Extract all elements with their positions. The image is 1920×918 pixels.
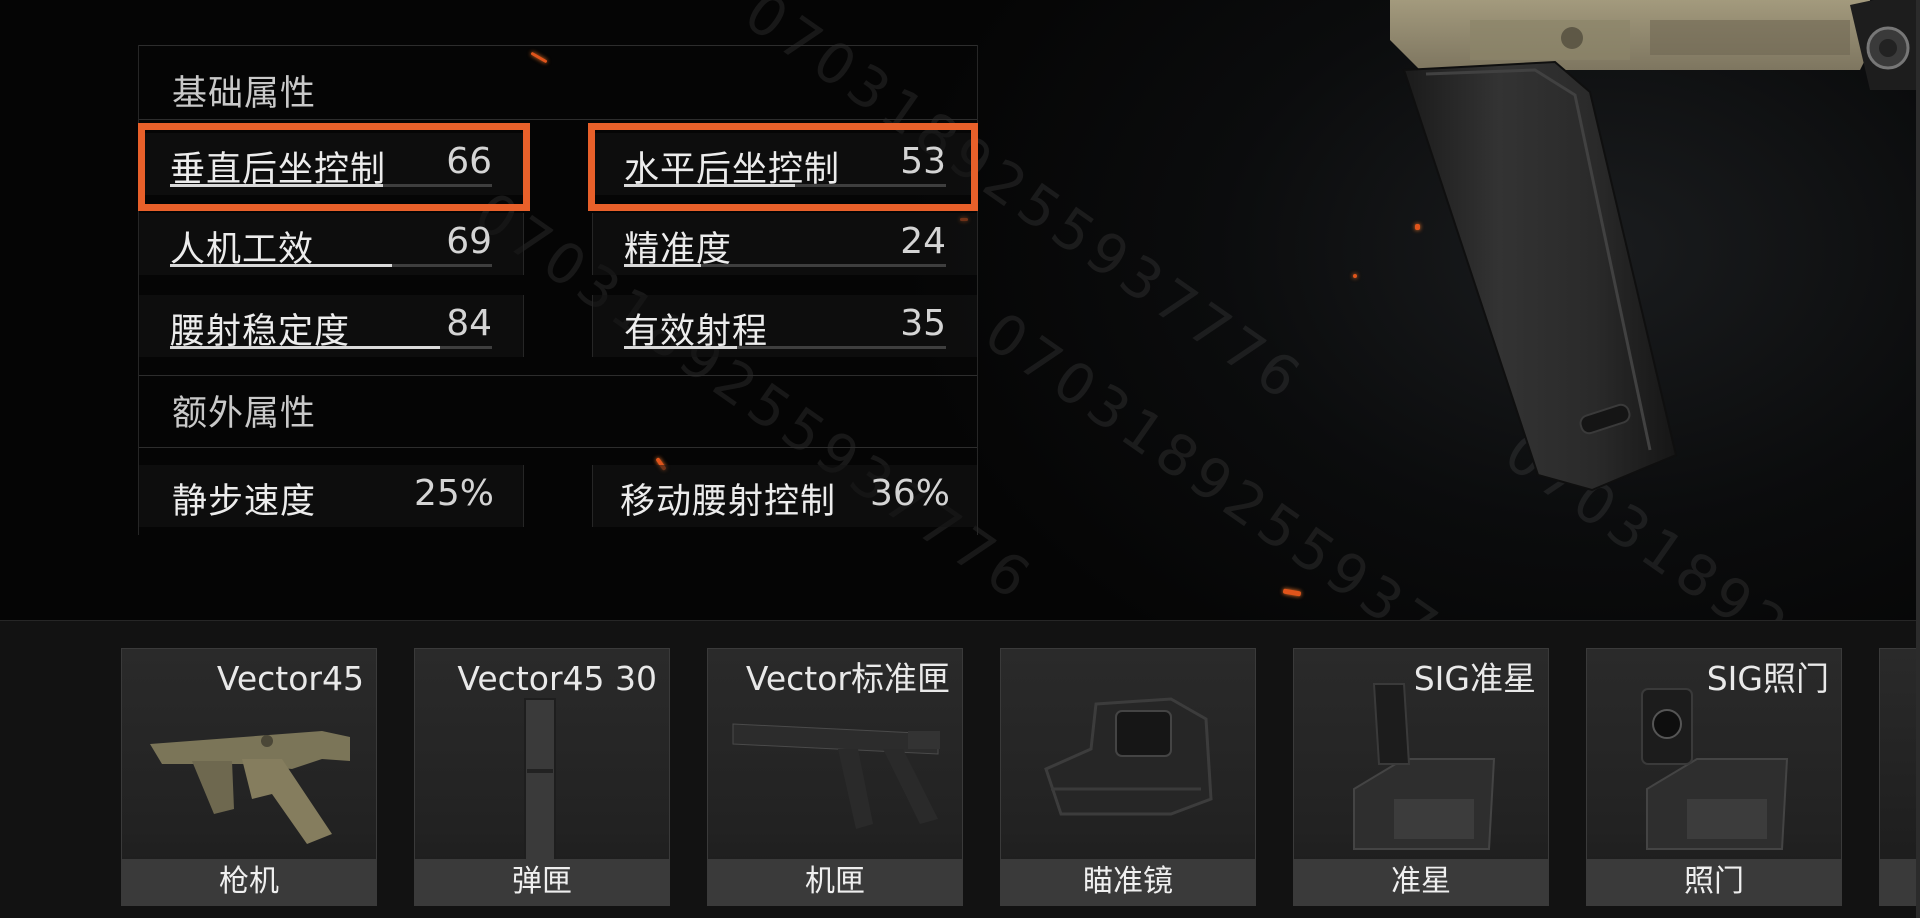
stat-crouch-speed: 静步速度 25% (138, 465, 524, 527)
attachment-slot-scope[interactable]: 瞄准镜 (1000, 648, 1256, 906)
stat-value: 69 (446, 221, 492, 262)
attachment-name: Vector标准匣 (745, 659, 950, 698)
attachment-slot-rear-sight[interactable]: SIG照门 照门 (1586, 648, 1842, 906)
stat-value: 25% (413, 473, 494, 514)
stat-value: 36% (869, 473, 950, 514)
stat-value: 35 (900, 303, 946, 344)
weapon-customization-screen: 0703189255937776 0703189255937776 070318… (0, 0, 1920, 918)
stat-hipfire-stability: 腰射稳定度 84 (138, 295, 524, 357)
attachment-slot-magazine[interactable]: Vector45 30 弹匣 (414, 648, 670, 906)
frame-edge (1916, 0, 1920, 918)
highlight-box-vertical-recoil (138, 123, 530, 211)
attachment-type-label: 准星 (1294, 859, 1548, 905)
attachment-type-label: 瞄准镜 (1001, 859, 1255, 905)
stat-bar (170, 346, 492, 349)
stat-label: 移动腰射控制 (620, 482, 837, 522)
attachment-name: Vector45 30 (457, 659, 657, 698)
attachment-type-label: 弹匣 (415, 859, 669, 905)
stat-move-hipfire-control: 移动腰射控制 36% (592, 465, 978, 527)
attachment-type-label: 照门 (1587, 859, 1841, 905)
stat-accuracy: 精准度 24 (592, 213, 978, 275)
stat-value: 24 (900, 221, 946, 262)
ember-spark (1415, 224, 1420, 230)
attachment-name: Vector45 (216, 659, 364, 698)
stat-effective-range: 有效射程 35 (592, 295, 978, 357)
ember-spark (1282, 588, 1302, 597)
basic-stats-title: 基础属性 (172, 74, 317, 114)
stat-bar (624, 264, 946, 267)
attachment-name: SIG照门 (1706, 659, 1829, 698)
attachment-name: SIG准星 (1413, 659, 1536, 698)
stat-bar (170, 264, 492, 267)
attachment-slot-receiver[interactable]: Vector45 枪机 (121, 648, 377, 906)
weapon-model-render (1390, 0, 1920, 492)
extra-stats-title: 额外属性 (172, 394, 317, 434)
stat-value: 84 (446, 303, 492, 344)
attachment-type-label: 枪机 (122, 859, 376, 905)
attachment-slot-front-sight[interactable]: SIG准星 准星 (1293, 648, 1549, 906)
attachment-type-label: 机匣 (708, 859, 962, 905)
highlight-box-horizontal-recoil (588, 123, 978, 211)
stat-bar (624, 346, 946, 349)
scope-icon (1044, 697, 1213, 816)
stat-label: 静步速度 (172, 482, 317, 522)
stats-panel: 基础属性 额外属性 垂直后坐控制 66 水平后坐控制 53 人机工效 69 精准… (138, 45, 978, 535)
attachment-slot-stock[interactable]: Vector标准匣 机匣 (707, 648, 963, 906)
stat-ergonomics: 人机工效 69 (138, 213, 524, 275)
attachment-slot-partial[interactable] (1879, 648, 1919, 906)
ember-spark (1353, 274, 1357, 278)
